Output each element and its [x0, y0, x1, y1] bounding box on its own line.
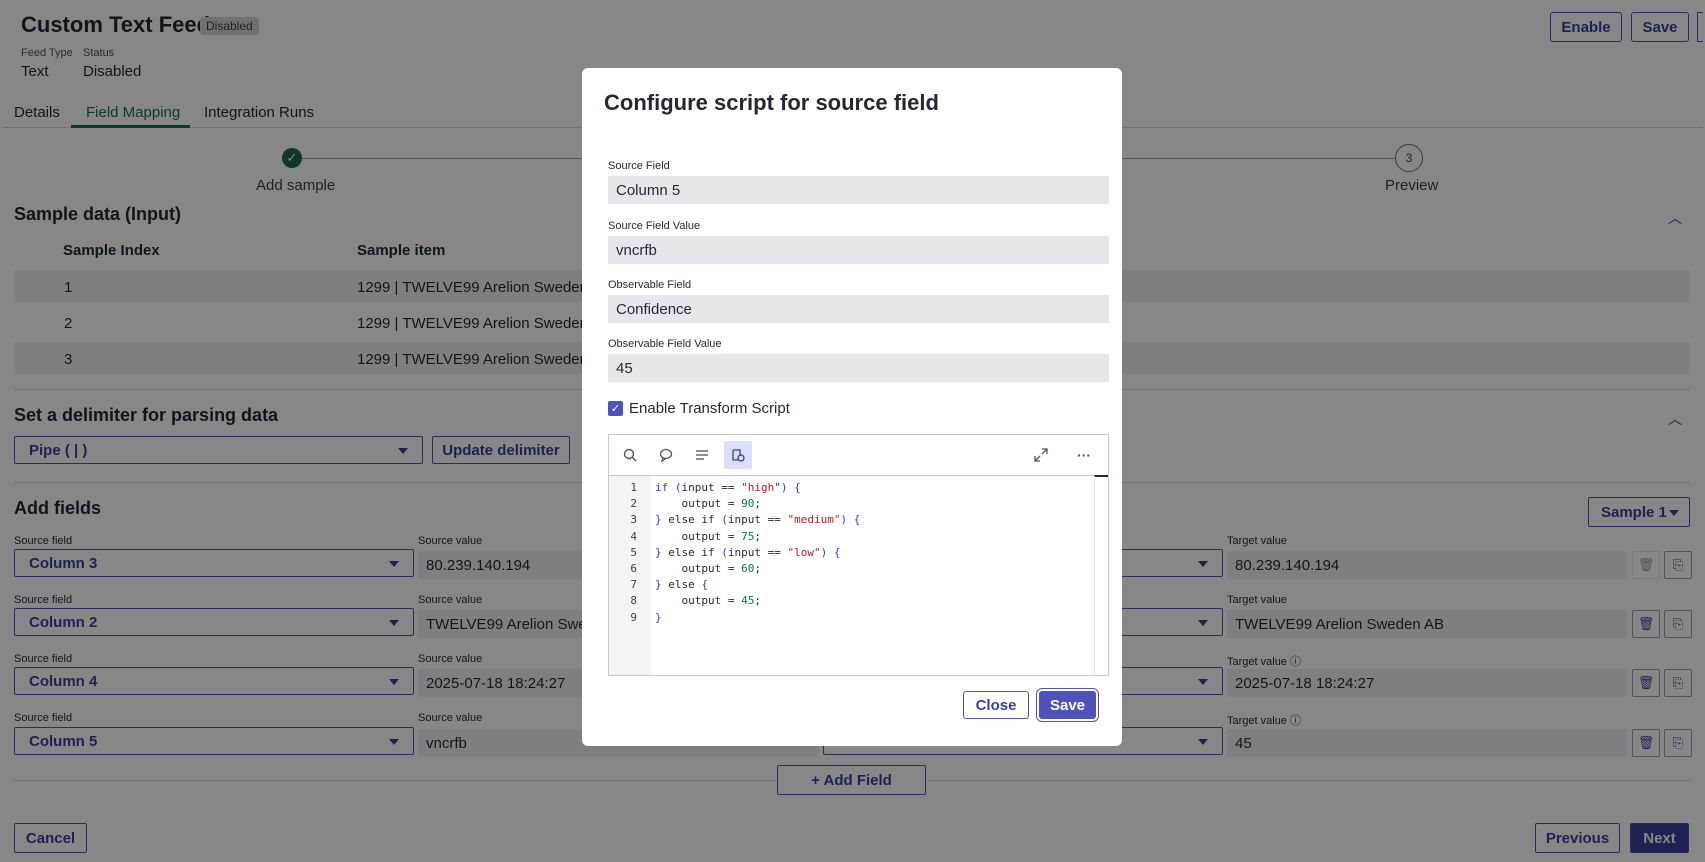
editor-scrollbar-track [1094, 476, 1095, 675]
code-line[interactable]: if (input == "high") { [655, 480, 1095, 496]
more-icon[interactable]: ··· [1070, 441, 1098, 469]
observable-field-label: Observable Field [608, 279, 692, 291]
code-line[interactable]: } else if (input == "medium") { [655, 512, 1095, 528]
code-line[interactable]: output = 90; [655, 496, 1095, 512]
enable-transform-checkbox[interactable]: ✓ [608, 401, 623, 416]
script-icon[interactable] [724, 441, 752, 469]
format-icon[interactable] [688, 441, 716, 469]
expand-icon[interactable] [1027, 441, 1055, 469]
line-number: 4 [630, 529, 637, 543]
line-number: 6 [630, 561, 637, 575]
source-field-value-input[interactable]: vncrfb [608, 236, 1109, 264]
observable-field-input[interactable]: Confidence [608, 295, 1109, 323]
code-area[interactable]: if (input == "high") { output = 90;} els… [655, 480, 1095, 626]
configure-script-dialog: Configure script for source field Source… [582, 68, 1122, 746]
editor-scrollbar-thumb[interactable] [1094, 475, 1108, 477]
editor-toolbar: ··· [609, 435, 1108, 476]
observable-field-value-label: Observable Field Value [608, 338, 722, 350]
script-editor: ··· 1 2 3 4 5 6 7 8 9 if (input == "high… [608, 434, 1109, 676]
code-line[interactable]: output = 75; [655, 529, 1095, 545]
code-line[interactable]: output = 60; [655, 561, 1095, 577]
close-button[interactable]: Close [963, 691, 1029, 719]
source-field-label: Source Field [608, 160, 670, 172]
code-line[interactable]: } else if (input == "low") { [655, 545, 1095, 561]
line-number: 3 [630, 513, 637, 527]
source-field-value-label: Source Field Value [608, 220, 701, 232]
code-line[interactable]: } else { [655, 577, 1095, 593]
search-icon[interactable] [616, 441, 644, 469]
line-number: 2 [630, 497, 637, 511]
line-number: 1 [630, 481, 637, 494]
save-button[interactable]: Save [1039, 691, 1096, 719]
code-line[interactable]: output = 45; [655, 593, 1095, 609]
observable-field-value-input[interactable]: 45 [608, 354, 1109, 382]
line-number: 5 [630, 545, 637, 559]
source-field-input[interactable]: Column 5 [608, 176, 1109, 204]
enable-transform-label[interactable]: Enable Transform Script [629, 400, 790, 417]
line-number-gutter: 1 2 3 4 5 6 7 8 9 [609, 476, 651, 675]
code-line[interactable]: } [655, 610, 1095, 626]
dialog-title: Configure script for source field [604, 90, 939, 115]
comment-icon[interactable] [652, 441, 680, 469]
line-number: 9 [630, 610, 637, 624]
line-number: 7 [630, 578, 637, 592]
line-number: 8 [630, 594, 637, 608]
